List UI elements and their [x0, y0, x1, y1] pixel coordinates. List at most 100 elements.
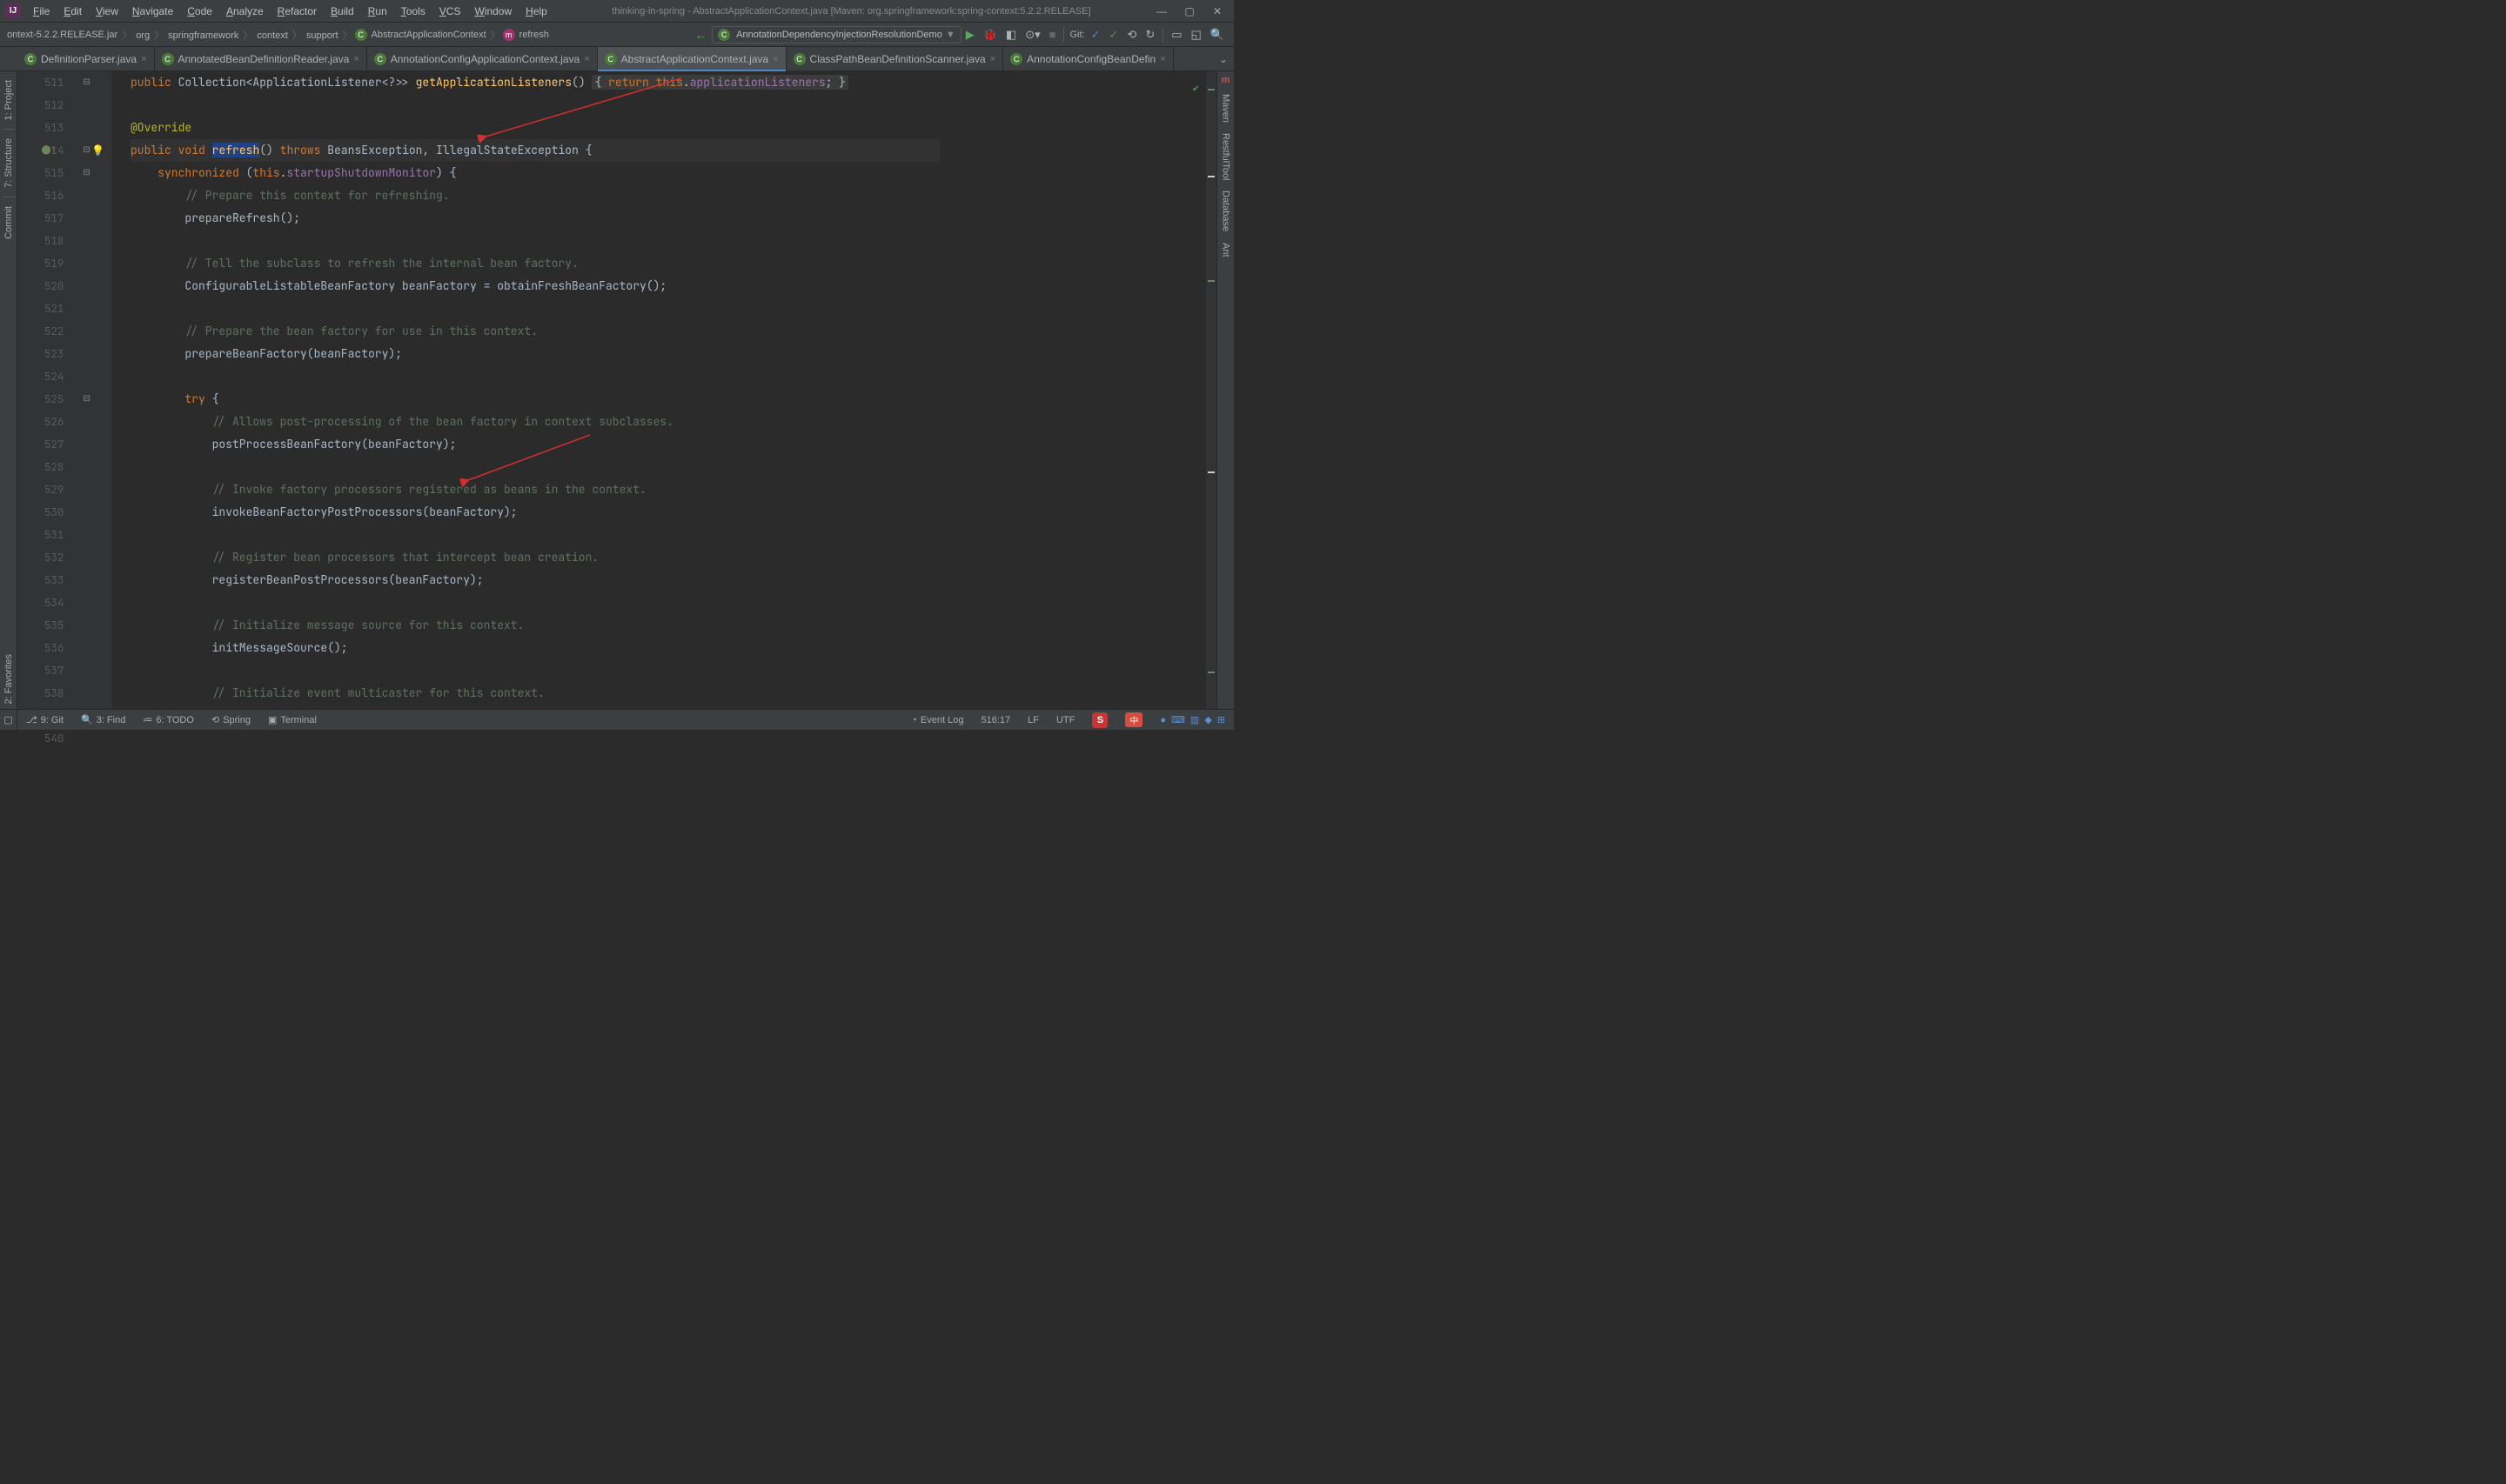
override-gutter-icon[interactable]: ⬤↑	[41, 139, 55, 162]
left-tool-stripe: 1: Project 7: Structure Commit 2: Favori…	[0, 71, 17, 709]
fold-mark[interactable]: ⊟	[83, 139, 90, 162]
git-commit-icon[interactable]: ✓	[1105, 28, 1123, 42]
menu-view[interactable]: View	[89, 0, 125, 23]
tool-database[interactable]: Database	[1221, 185, 1231, 237]
profile-button[interactable]: ⊙▾	[1021, 28, 1044, 42]
menu-edit[interactable]: Edit	[57, 0, 89, 23]
error-stripe[interactable]	[1206, 71, 1216, 709]
breadcrumb-segment[interactable]: context	[255, 30, 289, 41]
breadcrumb-segment[interactable]: org	[134, 30, 151, 41]
close-tab-icon[interactable]: ×	[1160, 54, 1165, 64]
tray-icons[interactable]: ●⌨▥◆⊞	[1151, 714, 1234, 725]
cursor-position[interactable]: 516:17	[972, 715, 1019, 725]
tool-ant[interactable]: Ant	[1221, 237, 1231, 263]
tabs-more-icon[interactable]: ⌄	[1213, 47, 1234, 70]
close-icon[interactable]: ✕	[1204, 0, 1230, 23]
debug-button[interactable]: 🐞	[979, 28, 1002, 42]
right-tool-stripe: m Maven RestfulTool Database Ant	[1216, 71, 1234, 709]
chevron-down-icon: ▼	[946, 30, 955, 40]
fold-mark[interactable]: ⊟	[83, 71, 90, 94]
open-folder-icon[interactable]: ▭	[1167, 28, 1186, 42]
run-config-selector[interactable]: C AnnotationDependencyInjectionResolutio…	[712, 26, 962, 43]
tool-find[interactable]: 🔍 3: Find	[72, 714, 134, 725]
method-icon: m	[503, 29, 515, 41]
git-update-icon[interactable]: ✓	[1087, 28, 1105, 42]
java-class-icon: C	[605, 53, 617, 65]
editor-tab[interactable]: C DefinitionParser.java ×	[17, 47, 155, 70]
menu-analyze[interactable]: Analyze	[219, 0, 271, 23]
file-encoding[interactable]: UTF	[1048, 715, 1083, 725]
tool-restful[interactable]: RestfulTool	[1221, 128, 1231, 185]
breadcrumb-method[interactable]: refresh	[518, 30, 551, 40]
close-tab-icon[interactable]: ×	[990, 54, 995, 64]
tab-label: ClassPathBeanDefinitionScanner.java	[810, 53, 986, 65]
editor-tab[interactable]: CAnnotationConfigApplicationContext.java…	[367, 47, 598, 70]
app-icon: IJ	[5, 3, 21, 19]
ime-indicator[interactable]: S	[1083, 712, 1116, 728]
tool-todo[interactable]: ≔ 6: TODO	[134, 714, 203, 725]
tool-project[interactable]: 1: Project	[3, 75, 14, 125]
close-tab-icon[interactable]: ×	[584, 54, 589, 64]
tool-commit[interactable]: Commit	[3, 201, 14, 244]
run-button[interactable]: ▶	[962, 28, 979, 42]
tab-label: AnnotationConfigBeanDefin	[1027, 53, 1156, 65]
breadcrumb-segment[interactable]: springframework	[166, 30, 240, 41]
java-class-icon: C	[24, 53, 37, 65]
git-revert-icon[interactable]: ↻	[1141, 28, 1159, 42]
fold-gutter[interactable]: ⊟⊟💡⬤↑⊟⊟	[79, 71, 111, 709]
input-lang[interactable]: 中	[1116, 712, 1151, 727]
menu-refactor[interactable]: Refactor	[271, 0, 324, 23]
editor-tab[interactable]: C AnnotationConfigBeanDefin ×	[1003, 47, 1174, 70]
tool-maven[interactable]: Maven	[1221, 89, 1231, 128]
tool-git[interactable]: ⎇ 9: Git	[17, 714, 72, 725]
tool-structure[interactable]: 7: Structure	[3, 133, 14, 193]
tab-label: AnnotatedBeanDefinitionReader.java	[178, 53, 350, 65]
menu-window[interactable]: Window	[467, 0, 519, 23]
coverage-button[interactable]: ◧	[1002, 28, 1021, 42]
tool-window-toggle-icon[interactable]: ▢	[0, 710, 17, 731]
navigate-back-icon[interactable]: ←	[689, 28, 712, 42]
close-tab-icon[interactable]: ×	[353, 54, 358, 64]
java-class-icon: C	[1010, 53, 1022, 65]
menu-navigate[interactable]: Navigate	[125, 0, 180, 23]
menu-vcs[interactable]: VCS	[432, 0, 468, 23]
editor-tab[interactable]: CAbstractApplicationContext.java×	[598, 47, 787, 70]
line-separator[interactable]: LF	[1019, 715, 1048, 725]
class-icon: C	[355, 29, 367, 41]
menu-build[interactable]: Build	[324, 0, 361, 23]
close-tab-icon[interactable]: ×	[141, 54, 146, 64]
editor-area: 5115125135145155165175185195205215225235…	[17, 71, 1216, 709]
close-tab-icon[interactable]: ×	[773, 54, 778, 64]
maven-m-icon[interactable]: m	[1222, 71, 1230, 89]
editor-tab[interactable]: C AnnotatedBeanDefinitionReader.java×	[155, 47, 367, 70]
editor-tab[interactable]: CClassPathBeanDefinitionScanner.java×	[787, 47, 1004, 70]
fold-mark[interactable]: ⊟	[83, 162, 90, 184]
breadcrumb-segment[interactable]: support	[305, 30, 340, 41]
code-surface[interactable]: public Collection<ApplicationListener<?>…	[111, 71, 1206, 709]
java-class-icon: C	[162, 53, 174, 65]
menu-help[interactable]: Help	[519, 0, 554, 23]
menu-run[interactable]: Run	[361, 0, 394, 23]
intention-bulb-icon[interactable]: 💡	[91, 139, 104, 162]
tool-spring[interactable]: ⟲ Spring	[203, 714, 259, 725]
maximize-icon[interactable]: ▢	[1176, 0, 1203, 23]
breadcrumb-jar[interactable]: ontext-5.2.2.RELEASE.jar	[5, 30, 119, 40]
git-history-icon[interactable]: ⟲	[1122, 28, 1141, 42]
tool-terminal[interactable]: ▣ Terminal	[259, 714, 325, 725]
menu-file[interactable]: File	[26, 0, 57, 23]
fold-mark[interactable]: ⊟	[83, 388, 90, 411]
editor-tabs: C DefinitionParser.java × C AnnotatedBeanDef…	[0, 47, 1234, 71]
line-number-gutter[interactable]: 5115125135145155165175185195205215225235…	[17, 71, 79, 709]
menu-tools[interactable]: Tools	[394, 0, 432, 23]
event-log[interactable]: ◔ Event Log	[902, 715, 972, 725]
breadcrumb-class[interactable]: AbstractApplicationContext	[370, 30, 488, 40]
inspection-ok-icon[interactable]: ✔	[1193, 77, 1199, 99]
minimize-icon[interactable]: —	[1149, 0, 1175, 23]
tool-favorites[interactable]: 2: Favorites	[3, 649, 14, 709]
search-everywhere-icon[interactable]: 🔍	[1206, 28, 1229, 42]
stop-button[interactable]: ■	[1045, 28, 1061, 41]
menu-code[interactable]: Code	[180, 0, 219, 23]
java-class-icon: C	[374, 53, 386, 65]
capture-icon[interactable]: ◱	[1187, 28, 1206, 42]
tab-label: DefinitionParser.java	[41, 53, 137, 65]
